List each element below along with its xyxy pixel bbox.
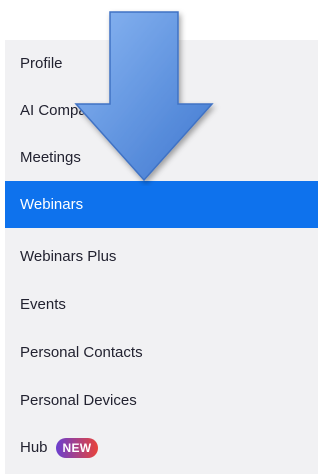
sidebar-item-label: Profile	[20, 55, 63, 72]
sidebar-item-label: Webinars Plus	[20, 248, 117, 265]
sidebar-item-label: Events	[20, 296, 66, 313]
new-badge: NEW	[55, 437, 99, 458]
sidebar-item-meetings[interactable]: Meetings	[5, 134, 318, 181]
sidebar-item-personal-contacts[interactable]: Personal Contacts	[5, 329, 318, 376]
settings-sidebar: Profile AI Companion Meetings Webinars W…	[5, 40, 318, 474]
sidebar-item-label: AI Companion	[20, 102, 116, 119]
settings-page: Profile AI Companion Meetings Webinars W…	[0, 0, 320, 474]
sidebar-item-label: Meetings	[20, 149, 81, 166]
sidebar-item-personal-devices[interactable]: Personal Devices	[5, 377, 318, 424]
sidebar-item-events[interactable]: Events	[5, 281, 318, 328]
sidebar-item-webinars-plus[interactable]: Webinars Plus	[5, 233, 318, 280]
sidebar-item-label: Webinars	[20, 196, 84, 213]
sidebar-item-label: Personal Devices	[20, 392, 137, 409]
sidebar-item-webinars[interactable]: Webinars	[5, 181, 318, 228]
sidebar-item-label: Personal Contacts	[20, 344, 143, 361]
sidebar-item-profile[interactable]: Profile	[5, 40, 318, 87]
sidebar-item-hub[interactable]: Hub NEW	[5, 424, 318, 471]
sidebar-item-ai-companion[interactable]: AI Companion	[5, 87, 318, 134]
sidebar-item-label: Hub	[20, 439, 48, 456]
